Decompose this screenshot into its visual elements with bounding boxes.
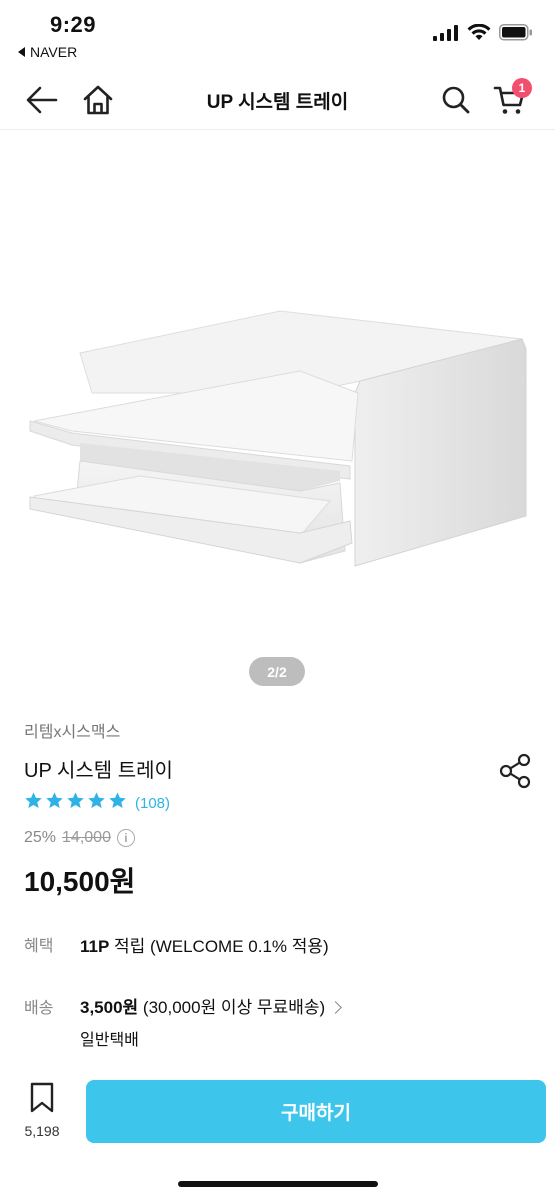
system-tray-image (29, 310, 527, 567)
status-icons (433, 24, 533, 41)
shipping-value[interactable]: 3,500원 (30,000원 이상 무료배송) (80, 993, 343, 1018)
back-to-app-link[interactable]: NAVER (18, 44, 77, 60)
shipping-label: 배송 (24, 1000, 54, 1017)
star-icon (66, 791, 85, 815)
chevron-right-icon (329, 1001, 343, 1014)
back-app-label: NAVER (30, 44, 78, 60)
bottom-action-bar: 5,198 구매하기 (0, 1068, 555, 1200)
original-price: 14,000 (62, 829, 111, 846)
info-icon[interactable]: i (116, 829, 135, 847)
cart-button[interactable]: 1 (488, 78, 532, 122)
sale-price: 10,500원 (24, 866, 136, 897)
shipping-method: 일반택배 (80, 1032, 139, 1049)
star-icon (24, 791, 43, 815)
discount-rate: 25% (24, 829, 57, 846)
rating[interactable]: (108) (24, 791, 170, 815)
wishlist-button[interactable]: 5,198 (18, 1082, 66, 1139)
search-button[interactable] (434, 78, 478, 122)
product-image[interactable]: 2/2 (0, 131, 555, 701)
image-pager: 2/2 (249, 657, 305, 686)
wishlist-count: 5,198 (24, 1123, 60, 1139)
share-button[interactable] (494, 750, 536, 792)
shipping-fee: 3,500원 (80, 998, 139, 1017)
star-icon (108, 791, 127, 815)
wifi-icon (467, 24, 491, 40)
status-bar: 9:29 NAVER (0, 0, 555, 70)
shipping-text: (30,000원 이상 무료배송) (138, 998, 326, 1017)
product-name: UP 시스템 트레이 (24, 760, 173, 782)
benefit-label: 혜택 (24, 938, 54, 955)
share-icon (499, 753, 531, 789)
bookmark-icon (30, 1082, 54, 1113)
top-navigation: UP 시스템 트레이 1 (0, 70, 555, 130)
buy-button[interactable]: 구매하기 (86, 1080, 546, 1143)
star-icon (45, 791, 64, 815)
battery-icon (499, 24, 532, 41)
back-triangle-icon (18, 47, 25, 57)
signal-icon (433, 24, 458, 41)
star-icon (87, 791, 106, 815)
benefit-text: 적립 (WELCOME 0.1% 적용) (109, 937, 329, 956)
discount-row: 25% 14,000 i (24, 829, 135, 847)
status-time: 9:29 (50, 12, 97, 37)
benefit-value: 11P 적립 (WELCOME 0.1% 적용) (80, 932, 329, 957)
benefit-points: 11P (80, 937, 110, 956)
review-count: (108) (135, 794, 171, 812)
brand-name[interactable]: 리템x시스맥스 (24, 718, 120, 742)
cart-count-badge: 1 (512, 78, 532, 98)
search-icon (442, 86, 470, 114)
home-indicator (178, 1181, 378, 1187)
